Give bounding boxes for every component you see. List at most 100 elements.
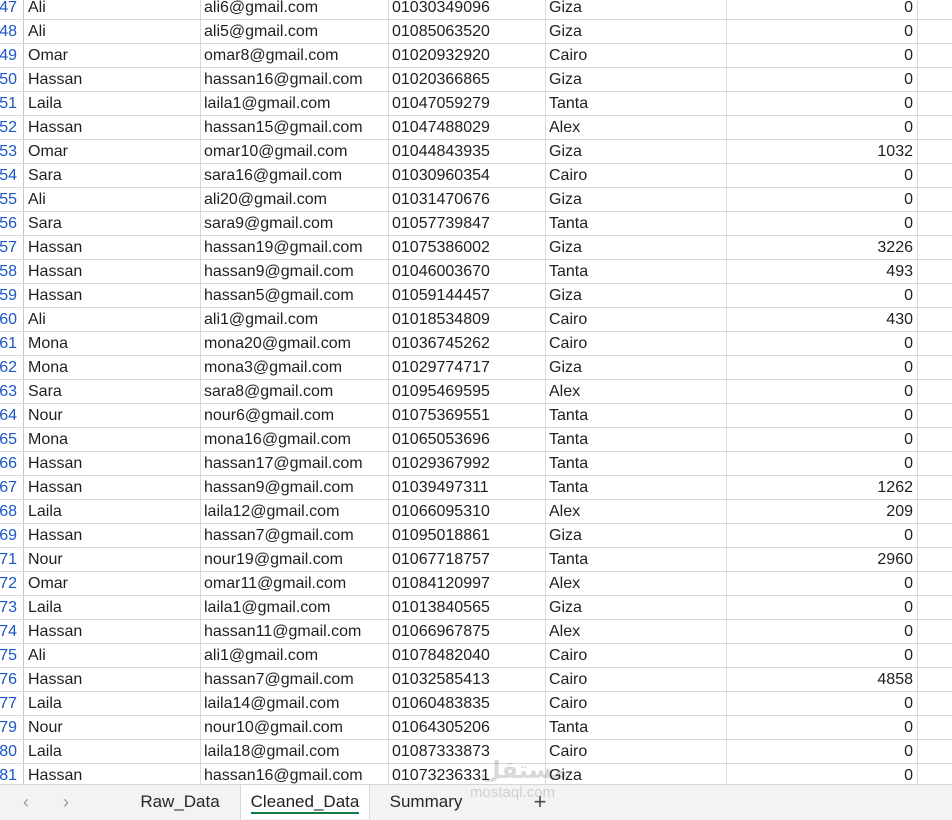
cell-phone[interactable]: 01067718757 (389, 548, 546, 571)
cell-city[interactable]: Giza (546, 68, 727, 91)
cell-phone[interactable]: 01030349096 (389, 0, 546, 19)
cell-email[interactable]: sara16@gmail.com (201, 164, 389, 187)
cell-name[interactable]: Omar (24, 140, 201, 163)
cell-name[interactable]: Hassan (24, 476, 201, 499)
cell-city[interactable]: Alex (546, 620, 727, 643)
cell-city[interactable]: Alex (546, 380, 727, 403)
tab-raw-data[interactable]: Raw_Data (130, 785, 230, 819)
cell-email[interactable]: hassan15@gmail.com (201, 116, 389, 139)
cell-phone[interactable]: 01029774717 (389, 356, 546, 379)
cell-phone[interactable]: 01075369551 (389, 404, 546, 427)
cell-empty[interactable] (918, 548, 952, 571)
cell-name[interactable]: Hassan (24, 524, 201, 547)
cell-amount[interactable]: 0 (727, 68, 918, 91)
cell-email[interactable]: mona16@gmail.com (201, 428, 389, 451)
cell-phone[interactable]: 01095018861 (389, 524, 546, 547)
cell-email[interactable]: laila1@gmail.com (201, 92, 389, 115)
cell-phone[interactable]: 01039497311 (389, 476, 546, 499)
cell-email[interactable]: ali6@gmail.com (201, 0, 389, 19)
cell-phone[interactable]: 01020366865 (389, 68, 546, 91)
cell-city[interactable]: Giza (546, 188, 727, 211)
cell-name[interactable]: Hassan (24, 620, 201, 643)
cell-phone[interactable]: 01029367992 (389, 452, 546, 475)
cell-amount[interactable]: 0 (727, 20, 918, 43)
cell-city[interactable]: Cairo (546, 308, 727, 331)
cell-name[interactable]: Sara (24, 212, 201, 235)
cell-empty[interactable] (918, 92, 952, 115)
cell-amount[interactable]: 0 (727, 596, 918, 619)
cell-amount[interactable]: 0 (727, 524, 918, 547)
tab-summary[interactable]: Summary (378, 785, 474, 819)
cell-city[interactable]: Tanta (546, 476, 727, 499)
cell-phone[interactable]: 01046003670 (389, 260, 546, 283)
cell-amount[interactable]: 0 (727, 332, 918, 355)
cell-name[interactable]: Ali (24, 0, 201, 19)
cell-amount[interactable]: 3226 (727, 236, 918, 259)
cell-phone[interactable]: 01020932920 (389, 44, 546, 67)
cell-amount[interactable]: 493 (727, 260, 918, 283)
cell-email[interactable]: hassan5@gmail.com (201, 284, 389, 307)
cell-phone[interactable]: 01095469595 (389, 380, 546, 403)
cell-email[interactable]: laila12@gmail.com (201, 500, 389, 523)
cell-email[interactable]: hassan17@gmail.com (201, 452, 389, 475)
cell-empty[interactable] (918, 452, 952, 475)
cell-city[interactable]: Tanta (546, 548, 727, 571)
cell-city[interactable]: Giza (546, 284, 727, 307)
cell-amount[interactable]: 1262 (727, 476, 918, 499)
cell-empty[interactable] (918, 572, 952, 595)
cell-city[interactable]: Tanta (546, 260, 727, 283)
cell-empty[interactable] (918, 692, 952, 715)
cell-city[interactable]: Giza (546, 140, 727, 163)
cell-phone[interactable]: 01059144457 (389, 284, 546, 307)
cell-name[interactable]: Sara (24, 380, 201, 403)
cell-empty[interactable] (918, 476, 952, 499)
cell-email[interactable]: hassan7@gmail.com (201, 524, 389, 547)
cell-city[interactable]: Alex (546, 116, 727, 139)
cell-empty[interactable] (918, 308, 952, 331)
cell-name[interactable]: Laila (24, 692, 201, 715)
cell-amount[interactable]: 209 (727, 500, 918, 523)
cell-amount[interactable]: 0 (727, 188, 918, 211)
cell-empty[interactable] (918, 596, 952, 619)
cell-email[interactable]: hassan11@gmail.com (201, 620, 389, 643)
cell-name[interactable]: Hassan (24, 260, 201, 283)
cell-name[interactable]: Hassan (24, 236, 201, 259)
cell-email[interactable]: ali1@gmail.com (201, 308, 389, 331)
cell-city[interactable]: Giza (546, 356, 727, 379)
cell-name[interactable]: Hassan (24, 116, 201, 139)
cell-phone[interactable]: 01066967875 (389, 620, 546, 643)
cell-amount[interactable]: 0 (727, 644, 918, 667)
cell-name[interactable]: Hassan (24, 68, 201, 91)
cell-phone[interactable]: 01031470676 (389, 188, 546, 211)
cell-name[interactable]: Mona (24, 428, 201, 451)
cell-amount[interactable]: 0 (727, 212, 918, 235)
cell-empty[interactable] (918, 20, 952, 43)
cell-amount[interactable]: 0 (727, 356, 918, 379)
cell-phone[interactable]: 01073236331 (389, 764, 546, 784)
cell-empty[interactable] (918, 284, 952, 307)
cell-empty[interactable] (918, 68, 952, 91)
cell-phone[interactable]: 01032585413 (389, 668, 546, 691)
cell-email[interactable]: mona20@gmail.com (201, 332, 389, 355)
cell-name[interactable]: Hassan (24, 452, 201, 475)
spreadsheet-grid[interactable]: 47 Ali ali6@gmail.com 01030349096 Giza 0 48 Ali… (0, 0, 952, 784)
cell-name[interactable]: Omar (24, 572, 201, 595)
cell-city[interactable]: Cairo (546, 644, 727, 667)
cell-city[interactable]: Tanta (546, 452, 727, 475)
cell-name[interactable]: Laila (24, 596, 201, 619)
cell-name[interactable]: Nour (24, 716, 201, 739)
cell-amount[interactable]: 0 (727, 44, 918, 67)
cell-email[interactable]: ali5@gmail.com (201, 20, 389, 43)
cell-empty[interactable] (918, 188, 952, 211)
cell-name[interactable]: Ali (24, 188, 201, 211)
cell-email[interactable]: nour6@gmail.com (201, 404, 389, 427)
cell-name[interactable]: Sara (24, 164, 201, 187)
cell-email[interactable]: mona3@gmail.com (201, 356, 389, 379)
cell-phone[interactable]: 01036745262 (389, 332, 546, 355)
cell-empty[interactable] (918, 116, 952, 139)
cell-name[interactable]: Ali (24, 20, 201, 43)
plus-icon[interactable]: + (528, 789, 552, 815)
cell-name[interactable]: Nour (24, 548, 201, 571)
cell-email[interactable]: ali20@gmail.com (201, 188, 389, 211)
cell-name[interactable]: Nour (24, 404, 201, 427)
